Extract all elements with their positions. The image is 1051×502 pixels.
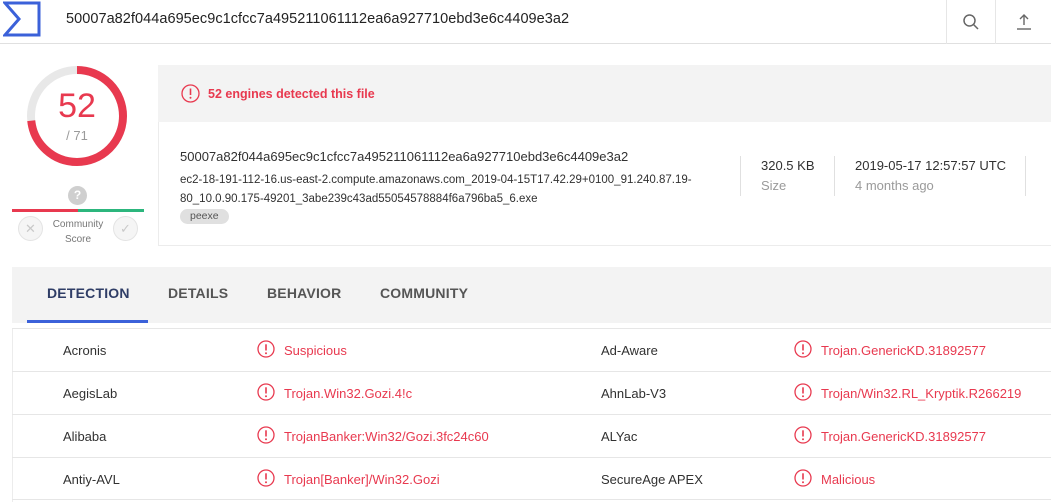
alert-circle-icon <box>257 426 275 444</box>
engine-name: ALYac <box>601 429 638 444</box>
engine-name: Ad-Aware <box>601 343 658 358</box>
detections-table: Acronis Suspicious Ad-Aware Trojan.GenericK… <box>12 328 1051 500</box>
tab-bar: DETECTION DETAILS BEHAVIOR COMMUNITY <box>12 267 1051 323</box>
engine-name: Alibaba <box>63 429 107 444</box>
detection-banner-text: 52 engines detected this file <box>208 87 375 101</box>
divider <box>740 156 741 196</box>
analysis-date-relative: 4 months ago <box>855 178 934 193</box>
community-bar-positive <box>78 209 144 212</box>
analysis-date: 2019-05-17 12:57:57 UTC <box>855 158 1007 173</box>
detection-score: 52 <box>58 87 96 125</box>
detection-result: Trojan.Win32.Gozi.4!c <box>284 386 413 401</box>
search-icon <box>963 14 979 30</box>
community-score: ? ✕ Community Score ✓ <box>12 186 144 248</box>
alert-circle-icon <box>794 469 812 487</box>
table-row: Alibaba TrojanBanker:Win32/Gozi.3fc24c60 A… <box>12 414 1051 457</box>
detection-result: Trojan[Banker]/Win32.Gozi <box>284 472 440 487</box>
detection-total: / 71 <box>66 128 88 143</box>
upload-button[interactable] <box>995 0 1051 44</box>
divider <box>834 156 835 196</box>
file-size: 320.5 KB <box>761 158 815 173</box>
detection-result: Suspicious <box>284 343 347 358</box>
table-row: Acronis Suspicious Ad-Aware Trojan.GenericK… <box>12 328 1051 371</box>
divider <box>1025 156 1026 196</box>
community-bar-negative <box>12 209 78 212</box>
search-button[interactable] <box>946 0 995 44</box>
question-icon: ? <box>68 186 87 205</box>
detection-result: TrojanBanker:Win32/Gozi.3fc24c60 <box>284 429 489 444</box>
tab-details[interactable]: DETAILS <box>168 285 228 301</box>
file-name: ec2-18-191-112-16.us-east-2.compute.amaz… <box>180 174 692 205</box>
tab-detection[interactable]: DETECTION <box>47 285 130 301</box>
file-info-panel: 50007a82f044a695ec9c1cfcc7a495211061112e… <box>158 122 1051 246</box>
search-input[interactable]: 50007a82f044a695ec9c1cfcc7a495211061112e… <box>66 11 569 27</box>
detection-banner: 52 engines detected this file <box>158 65 1051 122</box>
community-score-label: Community Score <box>52 219 104 245</box>
detection-result: Trojan.GenericKD.31892577 <box>821 429 987 444</box>
alert-circle-icon <box>181 84 200 103</box>
detection-result: Trojan/Win32.RL_Kryptik.R266219 <box>821 386 1022 401</box>
engine-name: Antiy-AVL <box>63 472 120 487</box>
active-tab-indicator <box>27 320 148 323</box>
engine-name: AegisLab <box>63 386 118 401</box>
close-icon: ✕ <box>25 221 36 236</box>
table-row: AegisLab Trojan.Win32.Gozi.4!c AhnLab-V3 Tr… <box>12 371 1051 414</box>
alert-circle-icon <box>257 469 275 487</box>
alert-circle-icon <box>794 340 812 358</box>
table-row: Antiy-AVL Trojan[Banker]/Win32.Gozi Secure… <box>12 457 1051 500</box>
alert-circle-icon <box>257 383 275 401</box>
upload-icon <box>1016 14 1031 30</box>
vote-harmful-button[interactable]: ✕ <box>18 216 43 241</box>
file-hash: 50007a82f044a695ec9c1cfcc7a495211061112e… <box>180 149 629 164</box>
tab-community[interactable]: COMMUNITY <box>380 285 468 301</box>
vote-harmless-button[interactable]: ✓ <box>113 216 138 241</box>
file-tag[interactable]: peexe <box>180 209 229 224</box>
engine-name: SecureAge APEX <box>601 472 703 487</box>
virustotal-logo-icon[interactable] <box>3 1 41 37</box>
top-bar: 50007a82f044a695ec9c1cfcc7a495211061112e… <box>0 0 1051 44</box>
alert-circle-icon <box>794 426 812 444</box>
alert-circle-icon <box>794 383 812 401</box>
detection-result: Trojan.GenericKD.31892577 <box>821 343 987 358</box>
tab-behavior[interactable]: BEHAVIOR <box>267 285 341 301</box>
alert-circle-icon <box>257 340 275 358</box>
file-size-label: Size <box>761 178 787 193</box>
engine-name: Acronis <box>63 343 107 358</box>
detection-result: Malicious <box>821 472 876 487</box>
engine-name: AhnLab-V3 <box>601 386 667 401</box>
check-icon: ✓ <box>120 221 131 236</box>
